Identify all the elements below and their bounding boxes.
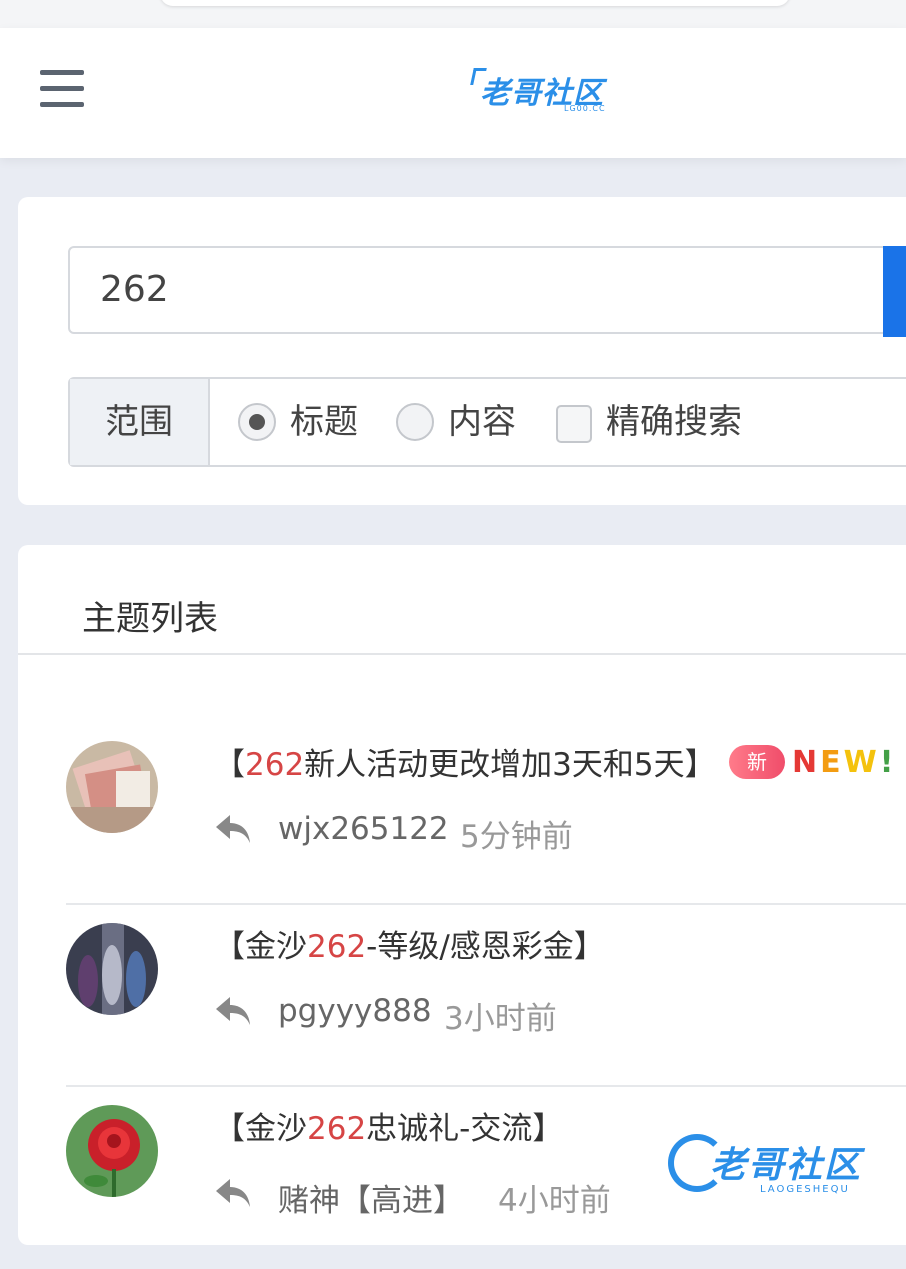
avatar[interactable]	[66, 923, 158, 1015]
logo-subtext: LG00.CC	[564, 104, 606, 113]
search-card: 262 范围 标题 内容 精确搜索	[18, 197, 906, 505]
search-scope: 范围 标题 内容 精确搜索	[68, 377, 906, 467]
new-badge: 新	[729, 745, 785, 779]
browser-address-bar[interactable]	[160, 0, 790, 6]
title-highlight: 262	[307, 929, 367, 965]
watermark-subtext: LAOGESHEQU	[760, 1184, 850, 1195]
topic-author[interactable]: 赌神【高进】	[278, 1175, 464, 1220]
topic-title[interactable]: 【金沙262-等级/感恩彩金】	[214, 921, 605, 966]
topic-row[interactable]: 【金沙262-等级/感恩彩金】 pgyyy888 3小时前	[66, 907, 906, 1087]
topic-title[interactable]: 【金沙262忠诚礼-交流】	[214, 1103, 563, 1148]
topic-row[interactable]: 【262新人活动更改增加3天和5天】 新 NEW! wjx265122 5分钟前	[66, 725, 906, 905]
divider	[66, 903, 906, 905]
exact-search-checkbox[interactable]	[556, 405, 592, 443]
avatar[interactable]	[66, 741, 158, 833]
browser-strip	[0, 0, 906, 28]
title-highlight: 262	[245, 747, 305, 783]
exact-search-label[interactable]: 精确搜索	[606, 379, 742, 465]
new-art-e: E	[820, 745, 844, 780]
topic-time: 4小时前	[498, 1183, 611, 1219]
scope-title-radio[interactable]	[238, 403, 276, 441]
watermark-text: 老哥社区	[710, 1145, 863, 1186]
title-prefix: 【金沙	[214, 1111, 307, 1147]
title-suffix: 忠诚礼-交流】	[366, 1111, 564, 1147]
topic-time: 5分钟前	[460, 819, 573, 855]
new-art-icon: NEW!	[792, 745, 896, 780]
topic-time: 3小时前	[444, 1001, 557, 1037]
title-suffix: -等级/感恩彩金】	[366, 929, 605, 965]
new-art-n: N	[792, 745, 821, 780]
scope-content-radio[interactable]	[396, 403, 434, 441]
scope-label: 范围	[70, 379, 210, 465]
search-button[interactable]	[883, 246, 906, 337]
search-input[interactable]: 262	[68, 246, 888, 334]
site-logo[interactable]: 老哥社区 LG00.CC	[470, 68, 620, 118]
topic-author[interactable]: wjx265122	[278, 811, 449, 847]
topic-title[interactable]: 【262新人活动更改增加3天和5天】	[214, 739, 716, 784]
title-prefix: 【	[214, 747, 245, 783]
reply-icon	[216, 1179, 250, 1207]
menu-icon[interactable]	[40, 70, 84, 110]
watermark-logo: 老哥社区 LAOGESHEQU	[668, 1128, 898, 1200]
title-prefix: 【金沙	[214, 929, 307, 965]
avatar[interactable]	[66, 1105, 158, 1197]
divider	[66, 1085, 906, 1087]
reply-icon	[216, 997, 250, 1025]
new-art-w: W	[843, 745, 880, 780]
new-art-bang: !	[879, 745, 897, 780]
topic-list-title: 主题列表	[82, 599, 218, 639]
reply-icon	[216, 815, 250, 843]
topic-author[interactable]: pgyyy888	[278, 993, 432, 1029]
scope-title-label[interactable]: 标题	[290, 379, 358, 465]
site-header: 老哥社区 LG00.CC	[0, 28, 906, 158]
divider	[18, 653, 906, 655]
title-highlight: 262	[307, 1111, 367, 1147]
title-suffix: 新人活动更改增加3天和5天】	[304, 747, 716, 783]
scope-content-label[interactable]: 内容	[448, 379, 516, 465]
